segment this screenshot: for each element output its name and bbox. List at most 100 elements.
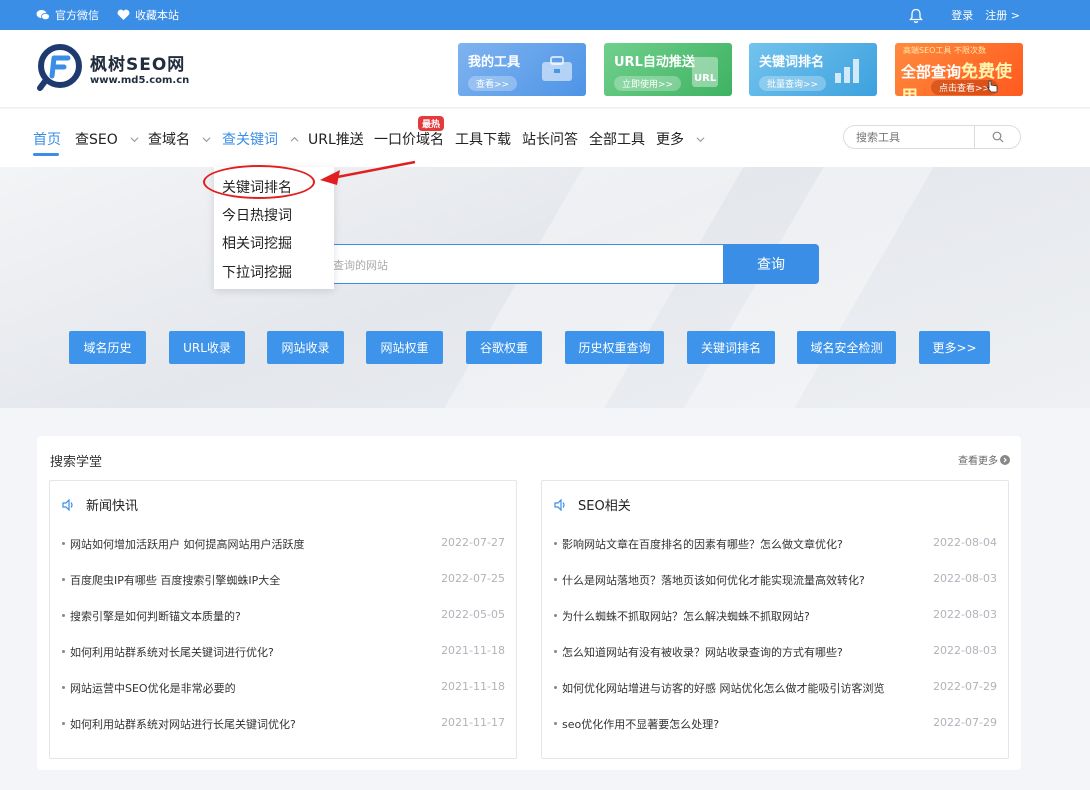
nav-keyword[interactable]: 查关键词 <box>222 129 299 149</box>
banner-button: 立即使用>> <box>614 76 682 91</box>
bell-icon[interactable] <box>909 8 924 23</box>
news-title: 如何利用站群系统对网站进行长尾关键词优化? <box>70 718 296 731</box>
logo-url: www.md5.com.cn <box>90 75 190 86</box>
bookmark-link[interactable]: 收藏本站 <box>117 7 179 23</box>
quick-keyword-rank[interactable]: 关键词排名 <box>687 331 775 364</box>
view-more-label: 查看更多 <box>958 456 998 467</box>
news-date: 2021-11-17 <box>441 716 505 729</box>
seo-title: 什么是网站落地页？落地页该如何优化才能实现流量高效转化? <box>562 574 865 587</box>
news-date: 2022-07-25 <box>441 572 505 585</box>
banner-title: URL自动推送 <box>614 55 695 70</box>
nav-url-push[interactable]: URL推送 <box>308 129 364 149</box>
tool-search-box <box>843 125 1021 149</box>
chevron-up-icon <box>290 136 299 142</box>
url-file-icon: URL <box>692 57 718 87</box>
seo-title: seo优化作用不显著要怎么处理? <box>562 718 720 731</box>
nav-all-tools[interactable]: 全部工具 <box>589 129 645 149</box>
news-date: 2022-07-27 <box>441 536 505 549</box>
news-panel: 新闻快讯 网站如何增加活跃用户 如何提高网站用户活跃度 2022-07-27 百度… <box>49 480 517 759</box>
news-title: 网站运营中SEO优化是非常必要的 <box>70 682 236 695</box>
dropdown-item-related-words[interactable]: 相关词挖掘 <box>222 233 292 253</box>
hot-badge: 最热 <box>418 116 445 131</box>
chevron-down-icon <box>202 136 211 142</box>
news-title: 百度爬虫IP有哪些 百度搜索引擎蜘蛛IP大全 <box>70 574 281 587</box>
seo-title: 怎么知道网站有没有被收录？网站收录查询的方式有哪些? <box>562 646 843 659</box>
header: 枫树SEO网 www.md5.com.cn 我的工具 查看>> URL自动推送 … <box>0 30 1090 108</box>
arrow-right-circle-icon <box>1000 454 1010 465</box>
seo-title: 影响网站文章在百度排名的因素有哪些？怎么做文章优化? <box>562 538 843 551</box>
bookmark-label: 收藏本站 <box>135 9 179 22</box>
quick-domain-history[interactable]: 域名历史 <box>69 331 146 364</box>
news-date: 2021-11-18 <box>441 680 505 693</box>
register-link[interactable]: 注册 > <box>985 7 1020 23</box>
quick-site-weight[interactable]: 网站权重 <box>366 331 443 364</box>
seo-panel: SEO相关 影响网站文章在百度排名的因素有哪些？怎么做文章优化? 2022-08-… <box>541 480 1009 759</box>
view-more-link[interactable]: 查看更多 <box>958 452 1010 467</box>
news-title: 网站如何增加活跃用户 如何提高网站用户活跃度 <box>70 538 305 551</box>
seo-panel-title: SEO相关 <box>578 499 631 514</box>
tool-search-input[interactable] <box>856 129 966 145</box>
news-title: 搜索引擎是如何判断锚文本质量的? <box>70 610 241 623</box>
cursor-hand-icon <box>986 80 998 93</box>
wechat-link[interactable]: 官方微信 <box>36 7 99 23</box>
logo-name: 枫树SEO网 <box>90 55 186 75</box>
news-date: 2021-11-18 <box>441 644 505 657</box>
bar-chart-icon <box>835 59 859 83</box>
nav-fixed-price-domain[interactable]: 一口价域名 <box>374 129 444 149</box>
svg-text:URL: URL <box>694 73 717 84</box>
seo-title: 如何优化网站增进与访客的好感 网站优化怎么做才能吸引访客浏览 <box>562 682 885 695</box>
quick-url-index[interactable]: URL收录 <box>169 331 245 364</box>
top-bar: 官方微信 收藏本站 登录 注册 > <box>0 0 1090 30</box>
dropdown-item-suggest-words[interactable]: 下拉词挖掘 <box>222 262 292 282</box>
seo-date: 2022-08-03 <box>933 608 997 621</box>
nav-active-indicator <box>33 153 59 156</box>
toolbox-icon <box>542 56 572 81</box>
wechat-label: 官方微信 <box>55 9 99 22</box>
banner-subtitle: 高端SEO工具 不限次数 <box>903 46 986 55</box>
search-academy-card: 搜索学堂 查看更多 新闻快讯 网站如何增加活跃用户 如何提高网站用户活跃度 202… <box>37 436 1021 770</box>
nav-home[interactable]: 首页 <box>33 129 61 149</box>
quick-google-weight[interactable]: 谷歌权重 <box>466 331 542 364</box>
quick-more[interactable]: 更多>> <box>919 331 990 364</box>
speaker-icon <box>554 498 565 511</box>
news-panel-title: 新闻快讯 <box>86 499 139 514</box>
search-divider <box>974 126 975 148</box>
nav-more[interactable]: 更多 <box>656 129 705 149</box>
main-search-input[interactable]: 查询的网站 <box>270 244 723 284</box>
seo-date: 2022-07-29 <box>933 716 997 729</box>
nav-webmaster-qa[interactable]: 站长问答 <box>522 129 578 149</box>
news-date: 2022-05-05 <box>441 608 505 621</box>
wechat-icon <box>36 10 50 21</box>
banner-title: 我的工具 <box>468 55 521 70</box>
quick-domain-security[interactable]: 域名安全检测 <box>797 331 896 364</box>
banner-free-query[interactable]: 高端SEO工具 不限次数 全部查询免费使用 点击查看>> <box>895 43 1023 96</box>
banner-keyword-rank[interactable]: 关键词排名 批量查询>> <box>749 43 877 96</box>
banner-title: 关键词排名 <box>759 55 825 70</box>
dropdown-item-hot-words[interactable]: 今日热搜词 <box>222 205 292 225</box>
login-link[interactable]: 登录 <box>951 7 973 23</box>
hero-section: 查询的网站 查询 域名历史 URL收录 网站收录 网站权重 谷歌权重 历史权重查… <box>0 167 1090 408</box>
logo-mark-icon <box>37 44 82 91</box>
red-arrow-annotation <box>320 160 416 185</box>
quick-site-index[interactable]: 网站收录 <box>267 331 344 364</box>
seo-date: 2022-08-03 <box>933 572 997 585</box>
nav-domain[interactable]: 查域名 <box>148 129 211 149</box>
seo-date: 2022-07-29 <box>933 680 997 693</box>
query-button[interactable]: 查询 <box>723 244 819 284</box>
seo-date: 2022-08-03 <box>933 644 997 657</box>
quick-weight-history[interactable]: 历史权重查询 <box>565 331 664 364</box>
search-icon[interactable] <box>992 131 1004 143</box>
banner-url-push[interactable]: URL自动推送 立即使用>> URL <box>604 43 732 96</box>
nav-tool-download[interactable]: 工具下载 <box>455 129 511 149</box>
chevron-down-icon <box>130 136 139 142</box>
main-nav: 首页 查SEO 查域名 查关键词 URL推送 一口价域名 最热 工具下载 站长问… <box>0 109 1090 167</box>
nav-seo[interactable]: 查SEO <box>75 129 139 149</box>
banner-my-tools[interactable]: 我的工具 查看>> <box>458 43 586 96</box>
heart-icon <box>117 9 130 20</box>
card-title: 搜索学堂 <box>50 455 103 470</box>
speaker-icon <box>62 498 73 511</box>
seo-title: 为什么蜘蛛不抓取网站？怎么解决蜘蛛不抓取网站? <box>562 610 810 623</box>
highlight-ellipse <box>203 165 315 199</box>
site-logo[interactable]: 枫树SEO网 www.md5.com.cn <box>36 44 189 92</box>
banner-title-a: 全部查询 <box>901 63 962 81</box>
